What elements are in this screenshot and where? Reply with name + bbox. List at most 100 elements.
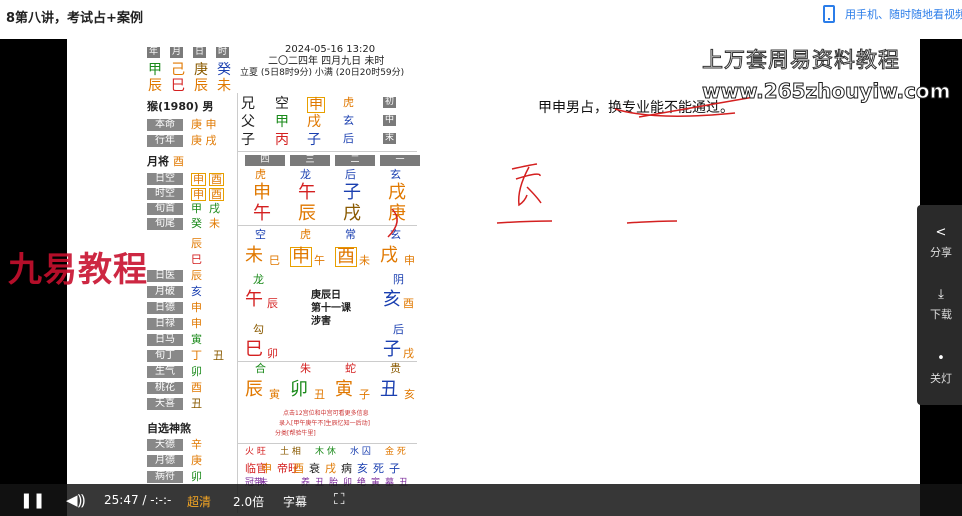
center-text: 第十一课 (311, 303, 351, 314)
shensha-value: 丁 (191, 349, 202, 362)
kong-b: 酉 (209, 188, 224, 201)
shensha-value: 亥 (191, 285, 202, 298)
tianpan-bottom-zhi: 丑 (380, 379, 398, 400)
tianpan-bottom-jiang: 朱 (300, 362, 311, 375)
top-bar: 8第八讲，考试占+案例 用手机、随时随地看视频 (0, 0, 962, 32)
changsheng-cell: 亥 (357, 462, 368, 475)
subtitle-button[interactable]: 字幕 (283, 493, 307, 510)
volume-icon: ◀⸩ (66, 491, 86, 509)
tianpan-jiang: 玄 (390, 228, 401, 241)
pillar-branch: 辰 (194, 78, 208, 94)
player-controls: ❚❚ ◀⸩ 25:47 / -:-:- 超清 2.0倍 字幕 ⛶ (0, 484, 962, 516)
pause-button[interactable]: ❚❚ (20, 491, 45, 509)
center-text: 涉害 (311, 316, 331, 327)
side-jiang-right: 阴 (393, 273, 404, 286)
side-sub-left: 卯 (267, 347, 278, 360)
ke-jiang: 玄 (390, 168, 401, 181)
person-info: 猴(1980) 男 (147, 100, 214, 113)
tianpan-zhi: 未 (245, 245, 263, 266)
pillar-header: 月 (170, 47, 184, 58)
pillar-branch: 辰 (148, 78, 162, 94)
divider (237, 225, 417, 226)
brand-url: www.265zhouyiw.com (701, 79, 951, 104)
lightbulb-icon: • (937, 351, 945, 366)
yuejiang-value: 酉 (173, 155, 184, 168)
hint-line: 录入[甲午庚午不]生辰忆知一后动] (279, 420, 371, 427)
changsheng-cell: 衰 (309, 462, 320, 475)
kong-label: 旬首 (147, 203, 183, 215)
shensha-value: 丑 (191, 397, 202, 410)
shensha-value: 卯 (191, 365, 202, 378)
sanchuan-pos: 中 (383, 115, 397, 126)
shensha-label: 月破 (147, 286, 183, 298)
side-jiang-left: 龙 (253, 273, 264, 286)
tianpan-zhi: 酉 (335, 246, 357, 267)
tianpan-bottom-jiang: 合 (255, 362, 266, 375)
side-zhi-right: 亥 (383, 289, 401, 310)
zixuan-value: 庚 (191, 454, 202, 467)
side-zhi-right: 子 (383, 339, 401, 360)
tianpan-bottom-jiang: 蛇 (345, 362, 356, 375)
yuejiang-label: 月将 (147, 155, 169, 168)
video-player[interactable]: 年月日时甲己庚癸辰巳辰未 2024-05-16 13:20 二〇二四年 四月九日 未… (0, 39, 962, 516)
shensha-value: 辰 (191, 269, 202, 282)
divider (237, 361, 417, 362)
liuren-chart: 年月日时甲己庚癸辰巳辰未 2024-05-16 13:20 二〇二四年 四月九日 未… (145, 41, 420, 516)
xingnian-value: 庚 戌 (191, 134, 217, 147)
sanchuan-pos: 末 (383, 133, 397, 144)
tianpan-sub: 申 (404, 254, 415, 267)
hint-line: 点击12宫位和中宫可看更多信息 (283, 410, 369, 417)
tianpan-bottom-sub: 亥 (404, 388, 415, 401)
fullscreen-button[interactable]: ⛶ (334, 490, 345, 508)
tianpan-bottom-sub: 寅 (269, 388, 280, 401)
shensha-label: 桃花 (147, 382, 183, 394)
pillar-header: 时 (216, 47, 230, 58)
sanchuan-jiang: 后 (343, 132, 354, 145)
chart-terms: 立夏 (5日8时9分) 小满 (20日20时59分) (240, 68, 405, 78)
tianpan-bottom-jiang: 贵 (390, 362, 401, 375)
shensha-value: 寅 (191, 333, 202, 346)
shensha-label: 日禄 (147, 318, 183, 330)
speed-button[interactable]: 2.0倍 (233, 493, 264, 510)
pillar-stem: 庚 (194, 62, 208, 78)
tianpan-bottom-zhi: 卯 (290, 379, 308, 400)
lights-off-button[interactable]: • 关灯 (917, 351, 962, 386)
quality-button[interactable]: 超清 (187, 493, 211, 510)
shensha-label: 日医 (147, 270, 183, 282)
kong-label: 日空 (147, 173, 183, 185)
tianpan-zhi: 申 (290, 246, 312, 267)
shensha-value: 申 (191, 301, 202, 314)
video-frame: 年月日时甲己庚癸辰巳辰未 2024-05-16 13:20 二〇二四年 四月九日 未… (67, 39, 920, 516)
ke-top: 戌 (388, 182, 406, 203)
divider (237, 93, 238, 513)
shensha-value2: 丑 (213, 349, 224, 362)
mobile-view-link[interactable]: 用手机、随时随地看视频 (823, 5, 962, 23)
tianpan-zhi: 戌 (380, 245, 398, 266)
lesson-title: 8第八讲，考试占+案例 (6, 11, 143, 26)
tianpan-bottom-zhi: 辰 (245, 379, 263, 400)
shensha-value: 巳 (191, 253, 202, 266)
shensha-label: 日马 (147, 334, 183, 346)
ke-bottom: 午 (253, 203, 271, 224)
watermark: 九易教程 (8, 250, 148, 290)
pillar-branch: 未 (217, 78, 231, 94)
sanchuan-jiang: 玄 (343, 114, 354, 127)
zixuan-label: 月德 (147, 455, 183, 467)
sanchuan-pos: 初 (383, 97, 397, 108)
changsheng-cell: 死 (373, 462, 384, 475)
chart-datetime: 2024-05-16 13:20 (285, 44, 376, 55)
ke-bottom: 庚 (388, 203, 406, 224)
pillar-header: 日 (193, 47, 207, 58)
mobile-view-label: 用手机、随时随地看视频 (845, 8, 962, 21)
volume-button[interactable]: ◀⸩ (66, 490, 85, 510)
download-button[interactable]: ⤓ 下载 (917, 287, 962, 322)
shensha-value: 申 (191, 317, 202, 330)
benming-value: 庚 申 (191, 118, 217, 131)
zixuan-value: 卯 (191, 470, 202, 483)
ke-top: 子 (343, 182, 361, 203)
wuxing-cell: 木 休 (315, 447, 336, 457)
side-sub-left: 辰 (267, 297, 278, 310)
share-button[interactable]: < 分享 (917, 225, 962, 260)
tianpan-sub: 午 (314, 254, 325, 267)
ke-bottom: 辰 (298, 203, 316, 224)
